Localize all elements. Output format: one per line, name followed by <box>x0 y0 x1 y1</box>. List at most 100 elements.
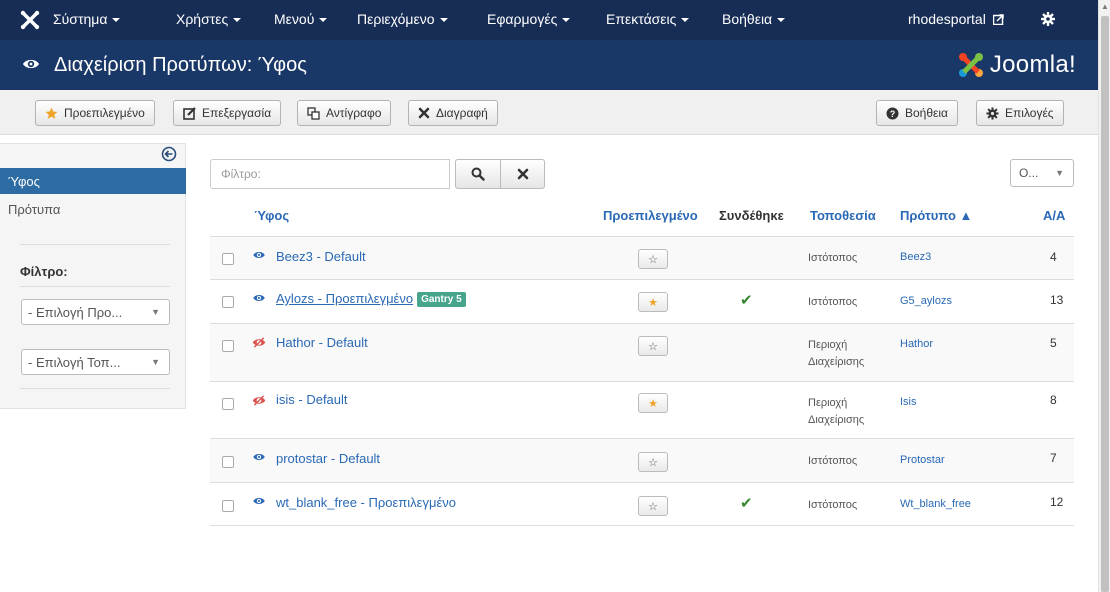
row-checkbox[interactable] <box>222 340 234 352</box>
location-filter-select[interactable]: - Επιλογή Τοπ... ▼ <box>21 349 170 375</box>
style-link[interactable]: isis - Default <box>276 392 348 407</box>
sidebar: Ύφος Πρότυπα Φίλτρο: - Επιλογή Προ... ▼ … <box>0 143 186 409</box>
copy-button[interactable]: Αντίγραφο <box>297 100 392 126</box>
row-checkbox[interactable] <box>222 253 234 265</box>
id-text: 4 <box>1050 250 1057 264</box>
site-link[interactable]: rhodesportal <box>908 11 1004 27</box>
template-link[interactable]: G5_aylozs <box>900 295 952 307</box>
template-link[interactable]: Isis <box>900 396 917 408</box>
eye-icon <box>253 295 265 301</box>
search-input[interactable]: Φίλτρο: <box>210 159 450 189</box>
template-link[interactable]: Beez3 <box>900 251 931 263</box>
star-empty-icon: ☆ <box>648 456 658 469</box>
row-checkbox[interactable] <box>222 456 234 468</box>
template-link[interactable]: Wt_blank_free <box>900 498 971 510</box>
column-header-style[interactable]: Ύφος <box>254 208 289 223</box>
location-text: Ιστότοπος <box>808 252 858 264</box>
ordering-select[interactable]: Ο... ▼ <box>1010 159 1074 187</box>
column-header-default[interactable]: Προεπιλεγμένο <box>603 208 698 223</box>
location-text: Περιοχή Διαχείρισης <box>808 395 864 429</box>
toolbar: Προεπιλεγμένο Επεξεργασία Αντίγραφο Διαγ… <box>0 90 1098 135</box>
column-header-location[interactable]: Τοποθεσία <box>810 208 876 223</box>
caret-down-icon <box>112 18 121 23</box>
menu-extensions[interactable]: Επεκτάσεις <box>606 11 690 27</box>
menu-menus[interactable]: Μενού <box>274 11 328 27</box>
location-line-1: Περιοχή <box>808 397 848 409</box>
copy-button-label: Αντίγραφο <box>326 106 382 120</box>
search-button[interactable] <box>455 159 501 189</box>
sidebar-item-styles[interactable]: Ύφος <box>0 168 186 194</box>
star-icon: ★ <box>648 397 658 410</box>
menu-help[interactable]: Βοήθεια <box>722 11 786 27</box>
scrollbar-thumb[interactable] <box>1101 16 1109 592</box>
edit-button[interactable]: Επεξεργασία <box>173 100 282 126</box>
id-text: 5 <box>1050 336 1057 350</box>
delete-button[interactable]: Διαγραφή <box>408 100 498 126</box>
menu-label: Βοήθεια <box>722 11 773 27</box>
set-default-button[interactable]: ☆ <box>638 336 668 356</box>
style-link[interactable]: wt_blank_free - Προεπιλεγμένο <box>276 495 456 510</box>
site-link-label: rhodesportal <box>908 11 986 27</box>
location-text: Περιοχή Διαχείρισης <box>808 337 864 371</box>
row-checkbox[interactable] <box>222 398 234 410</box>
collapse-sidebar-icon[interactable] <box>161 146 177 162</box>
times-icon <box>517 168 528 180</box>
sidebar-item-label: Πρότυπα <box>8 202 61 217</box>
menu-content[interactable]: Περιεχόμενο <box>357 11 448 27</box>
options-button-label: Επιλογές <box>1005 106 1054 120</box>
clear-search-button[interactable] <box>500 159 545 189</box>
row-checkbox[interactable] <box>222 500 234 512</box>
times-icon <box>418 107 430 119</box>
sidebar-filter-title: Φίλτρο: <box>20 264 68 279</box>
menu-label: Εφαρμογές <box>487 11 558 27</box>
style-cell: Aylozs - Προεπιλεγμένο Gantry 5 <box>276 291 466 307</box>
template-link[interactable]: Hathor <box>900 338 933 350</box>
column-header-template[interactable]: Πρότυπο ▲ <box>900 208 972 223</box>
joomla-x-icon[interactable] <box>20 10 40 30</box>
menu-label: Μενού <box>274 11 315 27</box>
column-header-id[interactable]: Α/Α <box>1043 208 1065 223</box>
default-star-button[interactable]: ★ <box>638 292 668 312</box>
set-default-button[interactable]: ☆ <box>638 452 668 472</box>
gear-icon <box>986 106 999 120</box>
vertical-scrollbar[interactable]: ▲ <box>1098 0 1110 592</box>
options-button[interactable]: Επιλογές <box>976 100 1064 126</box>
joomla-brand-text: Joomla! <box>989 51 1076 78</box>
location-filter-value: - Επιλογή Τοπ... <box>28 355 121 370</box>
style-link[interactable]: Aylozs - Προεπιλεγμένο <box>276 291 413 306</box>
eye-icon <box>253 454 265 460</box>
caret-down-icon <box>681 18 690 23</box>
menu-label: Επεκτάσεις <box>606 11 677 27</box>
settings-menu[interactable] <box>1041 11 1055 27</box>
menu-components[interactable]: Εφαρμογές <box>487 11 571 27</box>
style-link[interactable]: Hathor - Default <box>276 335 368 350</box>
menu-users[interactable]: Χρήστες <box>176 11 242 27</box>
delete-button-label: Διαγραφή <box>436 106 488 120</box>
chevron-down-icon: ▼ <box>151 307 160 317</box>
star-icon: ★ <box>648 296 658 309</box>
table-row: Aylozs - Προεπιλεγμένο Gantry 5 ★ ✔ Ιστότ… <box>210 279 1074 323</box>
default-star-button[interactable]: ★ <box>638 393 668 413</box>
help-button[interactable]: ? Βοήθεια <box>876 100 958 126</box>
set-default-button[interactable]: ☆ <box>638 249 668 269</box>
template-link[interactable]: Protostar <box>900 454 945 466</box>
chevron-down-icon: ▼ <box>1055 168 1064 178</box>
template-filter-select[interactable]: - Επιλογή Προ... ▼ <box>21 299 170 325</box>
sidebar-item-templates[interactable]: Πρότυπα <box>0 196 186 222</box>
default-button[interactable]: Προεπιλεγμένο <box>35 100 155 126</box>
style-link[interactable]: protostar - Default <box>276 451 380 466</box>
id-text: 12 <box>1050 495 1064 509</box>
caret-down-icon <box>439 18 448 23</box>
set-default-button[interactable]: ☆ <box>638 496 668 516</box>
star-icon <box>45 107 58 120</box>
ordering-value: Ο... <box>1019 166 1039 180</box>
scroll-up-arrow-icon[interactable]: ▲ <box>1101 2 1109 11</box>
check-icon: ✔ <box>740 292 753 309</box>
location-line-1: Περιοχή <box>808 339 848 351</box>
menu-system[interactable]: Σύστημα <box>53 11 121 27</box>
eye-icon <box>23 59 39 69</box>
joomla-logo: Joomla! <box>958 50 1076 80</box>
row-checkbox[interactable] <box>222 296 234 308</box>
style-link[interactable]: Beez3 - Default <box>276 249 366 264</box>
edit-button-label: Επεξεργασία <box>202 106 272 120</box>
